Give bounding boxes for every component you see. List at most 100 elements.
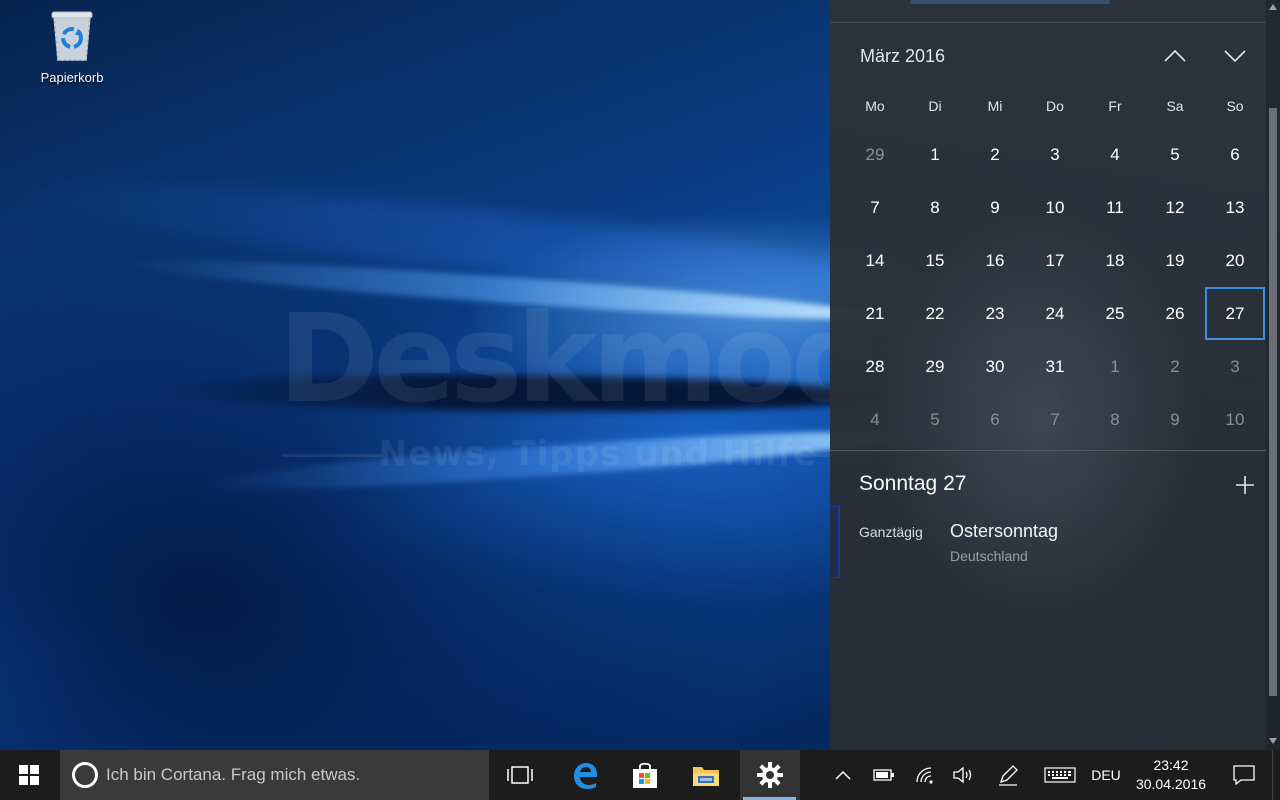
windows-logo-icon <box>19 765 39 785</box>
calendar-day[interactable]: 22 <box>905 287 965 340</box>
calendar-day[interactable]: 9 <box>1145 393 1205 446</box>
calendar-day[interactable]: 5 <box>905 393 965 446</box>
calendar-day[interactable]: 19 <box>1145 234 1205 287</box>
calendar-day[interactable]: 20 <box>1205 234 1265 287</box>
windows-ink-button[interactable] <box>992 750 1024 800</box>
calendar-day[interactable]: 30 <box>965 340 1025 393</box>
calendar-day[interactable]: 10 <box>1205 393 1265 446</box>
calendar-day[interactable]: 26 <box>1145 287 1205 340</box>
volume-icon <box>953 766 972 784</box>
search-placeholder: Ich bin Cortana. Frag mich etwas. <box>106 765 361 784</box>
calendar-day[interactable]: 9 <box>965 181 1025 234</box>
network-button[interactable] <box>910 750 940 800</box>
calendar-day[interactable]: 2 <box>1145 340 1205 393</box>
battery-icon <box>873 769 894 781</box>
volume-button[interactable] <box>948 750 978 800</box>
calendar-day[interactable]: 8 <box>1085 393 1145 446</box>
settings-icon <box>757 762 783 788</box>
calendar-day[interactable]: 6 <box>1205 128 1265 181</box>
calendar-day[interactable]: 1 <box>905 128 965 181</box>
action-center-icon <box>1233 765 1255 785</box>
start-button[interactable] <box>0 750 58 800</box>
input-language-button[interactable]: DEU <box>1086 750 1126 800</box>
calendar-day[interactable]: 25 <box>1085 287 1145 340</box>
calendar-day[interactable]: 11 <box>1085 181 1145 234</box>
calendar-day[interactable]: 12 <box>1145 181 1205 234</box>
plus-icon <box>1236 476 1254 494</box>
event-title[interactable]: Ostersonntag <box>950 521 1058 542</box>
scroll-down-arrow-icon[interactable] <box>1268 736 1278 746</box>
calendar-day[interactable]: 7 <box>845 181 905 234</box>
previous-month-button[interactable] <box>1155 40 1195 72</box>
calendar-week: 7 8 9 10 11 12 13 <box>845 181 1265 234</box>
calendar-week: 29 1 2 3 4 5 6 <box>845 128 1265 181</box>
calendar-day[interactable]: 17 <box>1025 234 1085 287</box>
cortana-icon <box>72 762 98 788</box>
calendar-day[interactable]: 16 <box>965 234 1025 287</box>
calendar-day[interactable]: 13 <box>1205 181 1265 234</box>
touch-keyboard-button[interactable] <box>1036 750 1084 800</box>
next-month-button[interactable] <box>1215 40 1255 72</box>
calendar-week: 21 22 23 24 25 26 27 <box>845 287 1265 340</box>
weekday-label: Mo <box>865 98 885 114</box>
calendar-day[interactable]: 15 <box>905 234 965 287</box>
agenda-title: Sonntag 27 <box>859 472 967 495</box>
edge-icon <box>574 763 597 789</box>
calendar-day[interactable]: 3 <box>1025 128 1085 181</box>
file-explorer-button[interactable] <box>676 750 736 800</box>
clock-button[interactable]: 23:42 30.04.2016 <box>1130 750 1212 800</box>
calendar-week: 4 5 6 7 8 9 10 <box>845 393 1265 446</box>
weekday-label: Mi <box>987 98 1003 114</box>
calendar-day[interactable]: 31 <box>1025 340 1085 393</box>
calendar-day[interactable]: 24 <box>1025 287 1085 340</box>
calendar-day[interactable]: 29 <box>845 128 905 181</box>
settings-button[interactable] <box>740 750 800 800</box>
chevron-up-icon <box>1164 49 1186 62</box>
wifi-icon <box>916 767 933 784</box>
calendar-day[interactable]: 18 <box>1085 234 1145 287</box>
show-hidden-icons-button[interactable] <box>828 750 858 800</box>
calendar-day[interactable]: 6 <box>965 393 1025 446</box>
calendar-day[interactable]: 5 <box>1145 128 1205 181</box>
edge-button[interactable] <box>555 750 615 800</box>
task-view-icon <box>507 766 533 784</box>
task-view-button[interactable] <box>490 750 550 800</box>
calendar-day[interactable]: 4 <box>1085 128 1145 181</box>
clock-date: 30.04.2016 <box>1135 776 1207 792</box>
show-desktop-button[interactable] <box>1272 750 1280 800</box>
cortana-search-box[interactable]: Ich bin Cortana. Frag mich etwas. <box>60 750 489 800</box>
add-event-button[interactable] <box>1230 470 1260 500</box>
battery-button[interactable] <box>868 750 900 800</box>
calendar-day-today[interactable]: 27 <box>1205 287 1265 340</box>
store-button[interactable] <box>615 750 675 800</box>
weekday-label: Sa <box>1166 98 1184 114</box>
action-center-button[interactable] <box>1222 750 1266 800</box>
calendar-day[interactable]: 3 <box>1205 340 1265 393</box>
calendar-day[interactable]: 29 <box>905 340 965 393</box>
calendar-day[interactable]: 7 <box>1025 393 1085 446</box>
month-title[interactable]: März 2016 <box>860 46 945 67</box>
event-color-marker <box>830 506 840 578</box>
recycle-bin-icon <box>51 11 93 61</box>
calendar-day[interactable]: 8 <box>905 181 965 234</box>
calendar-day[interactable]: 21 <box>845 287 905 340</box>
scroll-up-arrow-icon[interactable] <box>1268 2 1278 12</box>
scrollbar[interactable] <box>1266 0 1280 750</box>
calendar-day[interactable]: 4 <box>845 393 905 446</box>
weekday-label: Do <box>1046 98 1064 114</box>
calendar-day[interactable]: 1 <box>1085 340 1145 393</box>
scrollbar-thumb[interactable] <box>1269 108 1277 696</box>
pen-icon <box>999 765 1018 786</box>
desktop-icon-label: Papierkorb <box>40 70 104 85</box>
calendar-day[interactable]: 23 <box>965 287 1025 340</box>
store-icon <box>633 762 657 788</box>
calendar-day[interactable]: 2 <box>965 128 1025 181</box>
desktop-icon-recycle-bin[interactable]: Papierkorb <box>30 8 114 85</box>
calendar-flyout: März 2016 Mo Di Mi Do Fr Sa So 29 1 2 3 … <box>830 0 1280 750</box>
wallpaper-light-beam <box>198 421 900 500</box>
calendar-day[interactable]: 10 <box>1025 181 1085 234</box>
calendar-day[interactable]: 14 <box>845 234 905 287</box>
event-calendar-name: Deutschland <box>950 548 1028 564</box>
taskbar: Ich bin Cortana. Frag mich etwas. DEU 23… <box>0 750 1280 800</box>
calendar-day[interactable]: 28 <box>845 340 905 393</box>
